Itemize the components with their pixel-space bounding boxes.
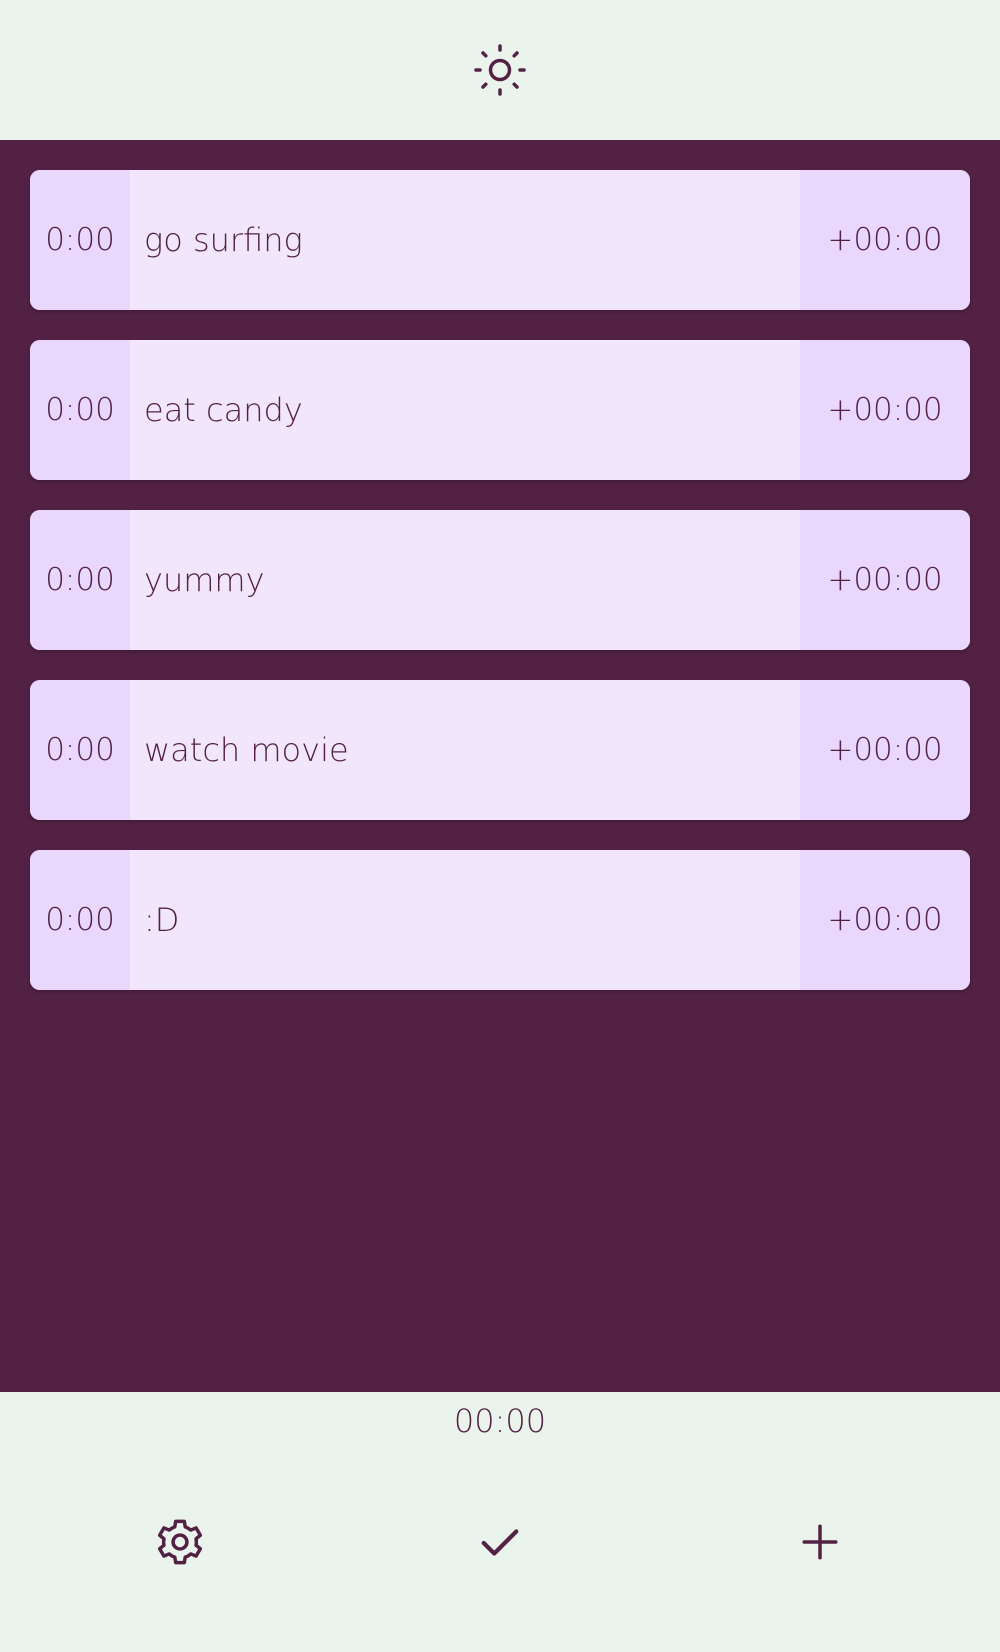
- task-duration[interactable]: 0:00: [30, 850, 130, 990]
- task-name[interactable]: watch movie: [130, 680, 800, 820]
- task-offset[interactable]: +00:00: [800, 680, 970, 820]
- add-button[interactable]: [780, 1502, 860, 1582]
- task-offset[interactable]: +00:00: [800, 850, 970, 990]
- task-duration[interactable]: 0:00: [30, 510, 130, 650]
- checkmark-icon: [481, 1529, 519, 1556]
- task-item[interactable]: 0:00 yummy +00:00: [30, 510, 970, 650]
- top-bar: [0, 0, 1000, 140]
- task-item[interactable]: 0:00 watch movie +00:00: [30, 680, 970, 820]
- theme-toggle-button[interactable]: [468, 38, 532, 102]
- task-item[interactable]: 0:00 eat candy +00:00: [30, 340, 970, 480]
- plus-icon: [802, 1524, 838, 1560]
- task-item[interactable]: 0:00 go surfing +00:00: [30, 170, 970, 310]
- app-root: 0:00 go surfing +00:00 0:00 eat candy +0…: [0, 0, 1000, 1652]
- task-item[interactable]: 0:00 :D +00:00: [30, 850, 970, 990]
- task-offset[interactable]: +00:00: [800, 510, 970, 650]
- task-name[interactable]: eat candy: [130, 340, 800, 480]
- task-list: 0:00 go surfing +00:00 0:00 eat candy +0…: [0, 140, 1000, 1392]
- settings-button[interactable]: [140, 1502, 220, 1582]
- sun-icon: [474, 44, 526, 96]
- task-duration[interactable]: 0:00: [30, 170, 130, 310]
- complete-button[interactable]: [460, 1502, 540, 1582]
- task-offset[interactable]: +00:00: [800, 340, 970, 480]
- bottom-bar: 00:00: [0, 1392, 1000, 1652]
- gear-icon: [157, 1519, 203, 1565]
- task-name[interactable]: yummy: [130, 510, 800, 650]
- task-name[interactable]: go surfing: [130, 170, 800, 310]
- task-duration[interactable]: 0:00: [30, 680, 130, 820]
- task-duration[interactable]: 0:00: [30, 340, 130, 480]
- task-name[interactable]: :D: [130, 850, 800, 990]
- task-offset[interactable]: +00:00: [800, 170, 970, 310]
- total-time: 00:00: [453, 1402, 547, 1440]
